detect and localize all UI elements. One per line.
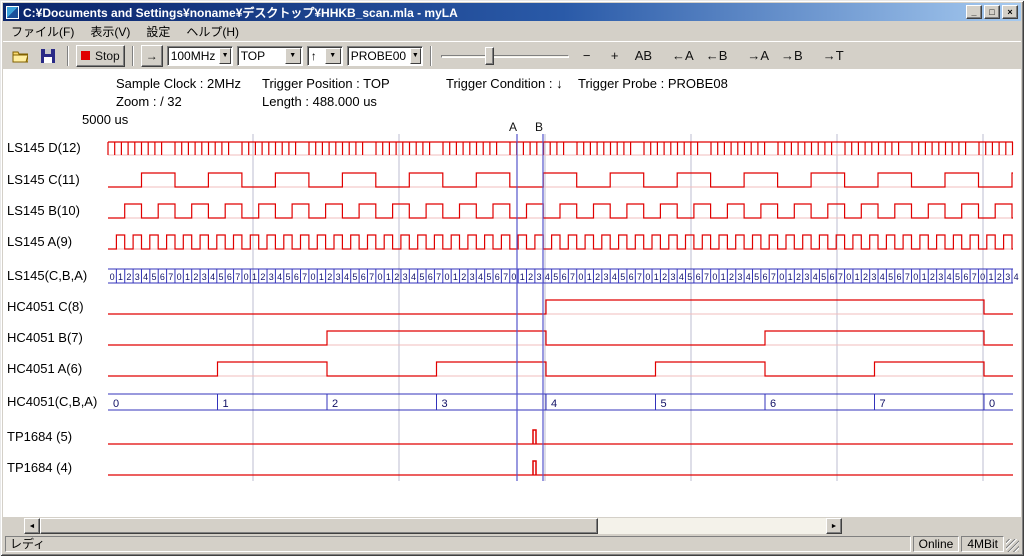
channel-label: HC4051 C(8): [7, 299, 107, 314]
menu-item-file[interactable]: ファイル(F): [3, 21, 82, 42]
chevron-down-icon[interactable]: ▼: [219, 48, 230, 64]
trigger-condition-text: Trigger Condition : ↓: [446, 76, 563, 91]
channel-label: HC4051 A(6): [7, 361, 107, 376]
chevron-down-icon[interactable]: ▼: [285, 48, 301, 64]
sample-clock-select[interactable]: 100MHz ▼: [167, 46, 233, 66]
channel-label: LS145 A(9): [7, 234, 107, 249]
status-memory: 4MBit: [961, 536, 1004, 552]
maximize-button[interactable]: □: [984, 5, 1000, 19]
channel-label: LS145 B(10): [7, 203, 107, 218]
menu-item-settings[interactable]: 設定: [138, 21, 178, 42]
scroll-right-button[interactable]: ►: [826, 518, 842, 534]
resize-grip[interactable]: [1006, 539, 1019, 552]
toolbar-separator: [67, 46, 69, 66]
ab-cursor-button[interactable]: AB: [631, 45, 656, 67]
length-text: Length : 488.000 us: [262, 94, 377, 109]
run-arrow-icon: →: [146, 49, 158, 63]
stop-button[interactable]: Stop: [76, 45, 125, 67]
move-b-button[interactable]: →B: [777, 45, 807, 67]
scroll-left-button[interactable]: ◄: [24, 518, 40, 534]
trigger-probe-text: Trigger Probe : PROBE08: [578, 76, 728, 91]
menubar: ファイル(F) 表示(V) 設定 ヘルプ(H): [3, 21, 1021, 41]
trigger-position-select[interactable]: TOP ▼: [237, 46, 303, 66]
chevron-down-icon[interactable]: ▼: [325, 48, 341, 64]
move-a-button[interactable]: →A: [743, 45, 773, 67]
folder-open-icon: [12, 49, 28, 63]
stop-label: Stop: [95, 49, 120, 63]
slider-thumb[interactable]: [485, 47, 494, 65]
chevron-down-icon[interactable]: ▼: [410, 48, 421, 64]
stop-icon: [81, 51, 90, 60]
waveform-panel: [3, 69, 1021, 517]
channel-label: LS145 D(12): [7, 140, 107, 155]
minimize-button[interactable]: _: [966, 5, 982, 19]
zoom-text: Zoom : / 32: [116, 94, 182, 109]
zoom-slider[interactable]: [439, 45, 571, 67]
trigger-position-value: TOP: [238, 49, 284, 63]
menu-item-view[interactable]: 表示(V): [82, 21, 138, 42]
channel-label: LS145(C,B,A): [7, 268, 107, 283]
app-icon: [6, 6, 19, 19]
open-button[interactable]: [8, 45, 32, 67]
floppy-icon: [41, 49, 55, 63]
toolbar: Stop → 100MHz ▼ TOP ▼ ↑ ▼ PROBE00 ▼ − + …: [3, 41, 1021, 69]
zoom-out-button[interactable]: −: [575, 45, 599, 67]
jump-to-b-button[interactable]: ←B: [702, 45, 732, 67]
sample-clock-value: 100MHz: [168, 49, 219, 63]
sample-clock-text: Sample Clock : 2MHz: [116, 76, 241, 91]
status-text: レディ: [5, 536, 911, 552]
zoom-in-button[interactable]: +: [603, 45, 627, 67]
window-title: C:¥Documents and Settings¥noname¥デスクトップ¥…: [23, 4, 964, 21]
toolbar-separator: [132, 46, 134, 66]
horizontal-scrollbar[interactable]: ◄ ►: [24, 518, 842, 534]
menu-item-help[interactable]: ヘルプ(H): [178, 21, 247, 42]
channel-label: LS145 C(11): [7, 172, 107, 187]
titlebar: C:¥Documents and Settings¥noname¥デスクトップ¥…: [3, 3, 1021, 21]
run-button[interactable]: →: [141, 45, 163, 67]
probe-select[interactable]: PROBE00 ▼: [347, 46, 423, 66]
close-button[interactable]: ×: [1002, 5, 1018, 19]
channel-label: HC4051 B(7): [7, 330, 107, 345]
trigger-position-text: Trigger Position : TOP: [262, 76, 390, 91]
jump-to-trigger-button[interactable]: →T: [819, 45, 848, 67]
statusbar: レディ Online 4MBit: [3, 534, 1021, 553]
slider-track: [441, 55, 569, 58]
channel-label: TP1684 (5): [7, 429, 107, 444]
trigger-edge-value: ↑: [308, 49, 324, 63]
scroll-thumb[interactable]: [40, 518, 598, 534]
jump-to-a-button[interactable]: ←A: [668, 45, 698, 67]
probe-value: PROBE00: [348, 49, 409, 63]
trigger-edge-select[interactable]: ↑ ▼: [307, 46, 343, 66]
channel-label: TP1684 (4): [7, 460, 107, 475]
timescale-label: 5000 us: [82, 112, 128, 127]
channel-label: HC4051(C,B,A): [7, 394, 107, 409]
status-online: Online: [913, 536, 960, 552]
toolbar-separator: [430, 46, 432, 66]
app-window: C:¥Documents and Settings¥noname¥デスクトップ¥…: [0, 0, 1024, 556]
save-button[interactable]: [36, 45, 60, 67]
